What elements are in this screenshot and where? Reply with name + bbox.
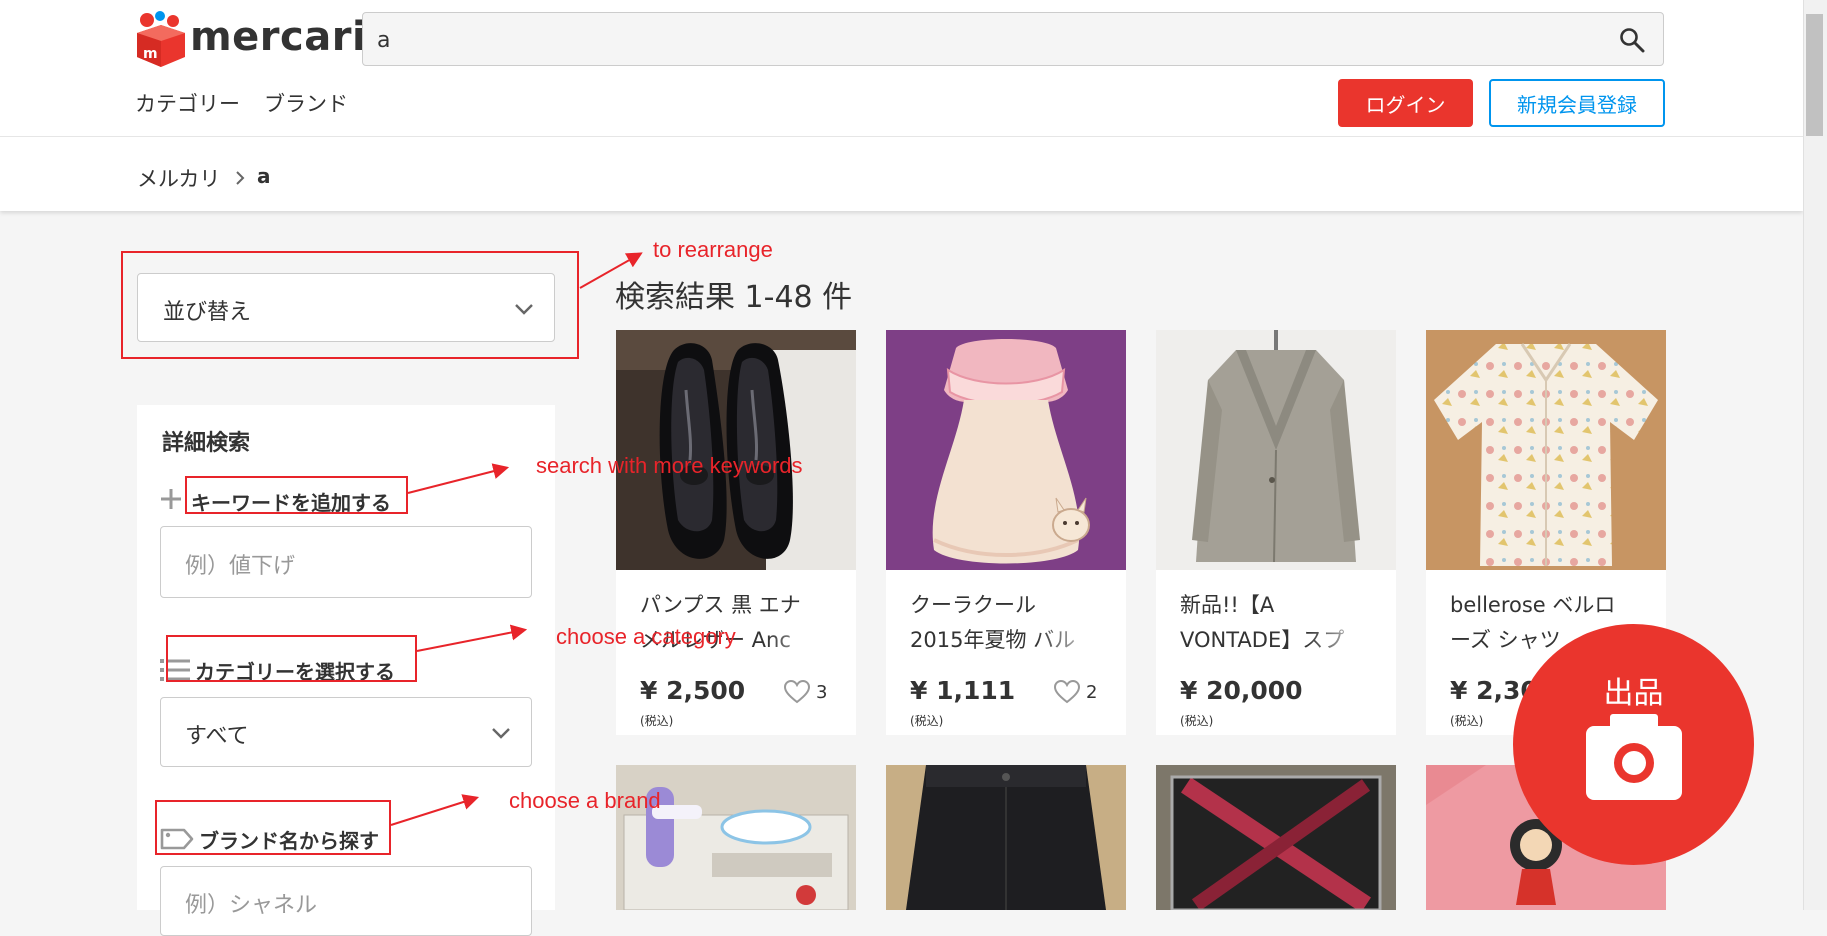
like-count: 2 <box>1086 682 1098 703</box>
chevron-down-icon <box>492 728 510 739</box>
scrollbar-thumb[interactable] <box>1806 14 1823 136</box>
product-image[interactable] <box>886 765 1126 910</box>
camera-icon <box>1586 714 1682 800</box>
svg-text:m: m <box>143 46 158 62</box>
product-image[interactable] <box>886 330 1126 570</box>
tax-included-note: (税込) <box>640 714 674 728</box>
annotation-box-category <box>166 635 417 682</box>
nav-category-link[interactable]: カテゴリー <box>135 88 240 118</box>
product-name-line1: bellerose ベルロ <box>1450 593 1616 617</box>
product-image[interactable] <box>1426 330 1666 570</box>
annotation-text-sort: to rearrange <box>653 237 773 262</box>
detail-search-title: 詳細検索 <box>162 431 251 456</box>
signup-button[interactable]: 新規会員登録 <box>1489 79 1665 127</box>
chevron-right-icon <box>236 171 245 185</box>
search-box[interactable] <box>362 12 1664 66</box>
nav-brand-link[interactable]: ブランド <box>264 88 348 118</box>
product-image[interactable] <box>1156 330 1396 570</box>
product-card[interactable]: クーラクール 2015年夏物 バル ¥ 1,111 (税込) 2 <box>886 330 1126 735</box>
sell-button-label: 出品 <box>1603 676 1664 711</box>
product-image[interactable] <box>616 765 856 910</box>
annotation-text-category: choose a category <box>556 624 736 649</box>
category-select-value: すべて <box>185 724 249 749</box>
product-card[interactable]: パンプス 黒 エナ メルレザー Anc ¥ 2,500 (税込) 3 <box>616 330 856 735</box>
keyword-input[interactable]: 例）値下げ <box>160 526 532 598</box>
product-name-line1: パンプス 黒 エナ <box>640 593 801 617</box>
mercari-box-icon[interactable]: m <box>133 11 189 67</box>
product-name: 新品!!【A VONTADE】スプ <box>1180 588 1376 660</box>
product-card[interactable] <box>1156 765 1396 910</box>
product-name: クーラクール 2015年夏物 バル <box>910 588 1106 660</box>
product-card[interactable] <box>886 765 1126 910</box>
annotation-text-brand: choose a brand <box>509 788 661 813</box>
search-input[interactable] <box>375 21 1579 59</box>
brand-input-placeholder: 例）シャネル <box>185 893 318 918</box>
breadcrumb-home-link[interactable]: メルカリ <box>137 163 220 193</box>
product-name-line1: 新品!!【A <box>1180 593 1275 617</box>
product-price: ¥ 1,111 <box>910 676 1016 705</box>
product-price: ¥ 2,500 <box>640 676 746 705</box>
login-button[interactable]: ログイン <box>1338 79 1473 127</box>
brand-input[interactable]: 例）シャネル <box>160 866 532 936</box>
search-icon[interactable] <box>1619 27 1645 53</box>
category-select[interactable]: すべて <box>160 697 532 767</box>
header-divider <box>0 136 1803 137</box>
tax-included-note: (税込) <box>910 714 944 728</box>
tax-included-note: (税込) <box>1180 714 1214 728</box>
keyword-input-placeholder: 例）値下げ <box>185 554 296 579</box>
product-name-line1: クーラクール <box>910 593 1036 617</box>
product-price: ¥ 20,000 <box>1180 676 1303 705</box>
plus-icon <box>161 489 181 509</box>
annotation-box-brand <box>155 800 391 855</box>
mercari-logo-text[interactable]: mercari <box>190 14 366 60</box>
product-image[interactable] <box>616 330 856 570</box>
annotation-box-keyword <box>185 476 408 514</box>
heart-icon[interactable] <box>1054 680 1080 704</box>
annotation-box-sort <box>121 251 579 359</box>
page-scrollbar[interactable] <box>1803 0 1827 910</box>
annotation-text-keyword: search with more keywords <box>536 453 803 478</box>
product-image[interactable] <box>1156 765 1396 910</box>
like-count: 3 <box>816 682 828 703</box>
breadcrumb-current: a <box>257 164 271 188</box>
product-card[interactable] <box>616 765 856 910</box>
product-card[interactable]: 新品!!【A VONTADE】スプ ¥ 20,000 (税込) <box>1156 330 1396 735</box>
heart-icon[interactable] <box>784 680 810 704</box>
sell-button[interactable]: 出品 <box>1513 624 1754 865</box>
tax-included-note: (税込) <box>1450 714 1484 728</box>
results-heading: 検索結果 1-48 件 <box>615 280 853 315</box>
